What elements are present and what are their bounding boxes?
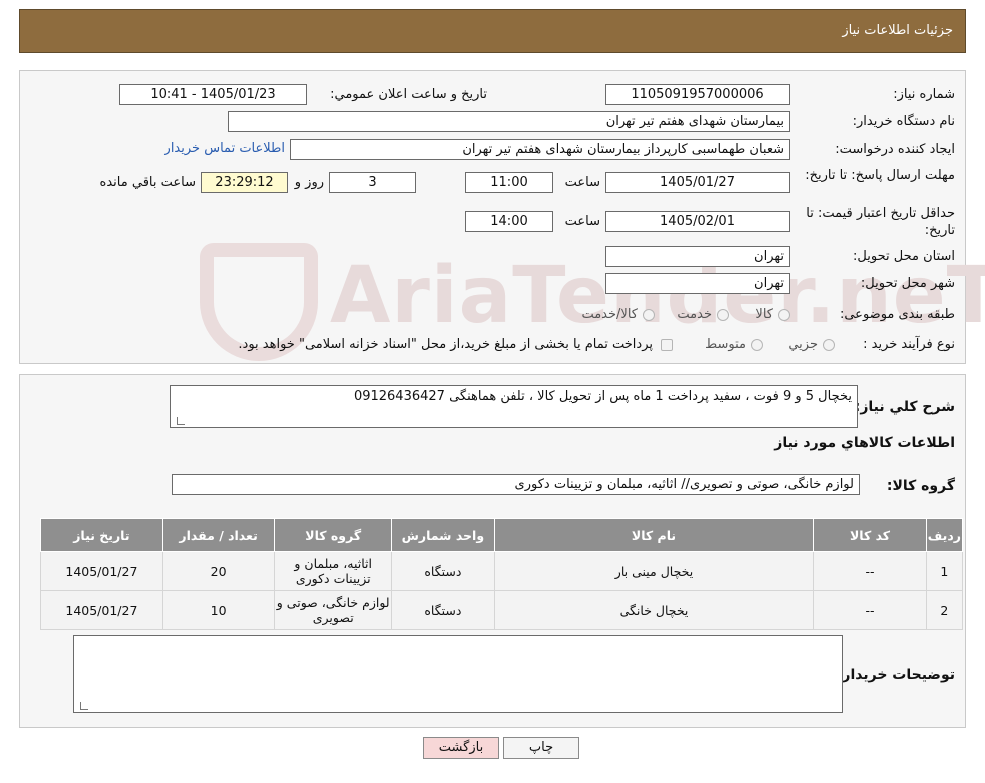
process-minor-label: جزیي	[788, 337, 818, 352]
col-unit: واحد شمارش	[391, 518, 495, 552]
description-resize-handle[interactable]	[177, 417, 185, 425]
goods-group-label: گروه کالا:	[886, 478, 955, 494]
province-field: تهران	[605, 246, 790, 267]
category-radio-service[interactable]	[717, 309, 729, 321]
cell-group: اثاثیه، مبلمان و تزیینات دکوری	[274, 551, 393, 591]
page-title: جزئیات اطلاعات نیاز	[842, 23, 953, 38]
col-code: کد کالا	[813, 518, 927, 552]
remaining-label: ساعت باقي مانده	[99, 175, 196, 190]
announce-label: تاریخ و ساعت اعلان عمومي:	[330, 87, 487, 102]
city-field: تهران	[605, 273, 790, 294]
days-field: 3	[329, 172, 416, 193]
cell-code: --	[813, 551, 927, 591]
col-name: نام کالا	[493, 518, 815, 552]
col-row: ردیف	[925, 518, 964, 552]
cell-date: 1405/01/27	[40, 590, 163, 630]
table-row[interactable]: 1 -- یخچال مینی بار دستگاه اثاثیه، مبلما…	[40, 551, 964, 591]
cell-row: 2	[925, 590, 964, 630]
cell-group: لوازم خانگی، صوتی و تصویری	[274, 590, 393, 630]
buyer-notes-field[interactable]	[73, 635, 843, 713]
deadline-label: مهلت ارسال پاسخ: تا تاریخ:	[805, 168, 955, 183]
description-field[interactable]: یخچال 5 و 9 فوت ، سفید پرداخت 1 ماه پس ا…	[170, 385, 858, 428]
description-label: شرح کلي نياز:	[854, 399, 955, 415]
validity-date-field: 1405/02/01	[605, 211, 790, 232]
request-info-panel: AriaTender.neT شماره نیاز: 1105091957000…	[19, 70, 985, 364]
cell-unit: دستگاه	[391, 590, 495, 630]
category-radio-goods-service[interactable]	[643, 309, 655, 321]
goods-section-title: اطلاعات کالاهاي مورد نياز	[774, 435, 955, 451]
col-group: گروه کالا	[274, 518, 393, 552]
goods-group-field: لوازم خانگی، صوتی و تصویری// اثاثیه، مبل…	[172, 474, 860, 495]
validity-time-field: 14:00	[465, 211, 553, 232]
table-row[interactable]: 2 -- یخچال خانگی دستگاه لوازم خانگی، صوت…	[40, 590, 964, 630]
need-number-field: 1105091957000006	[605, 84, 790, 105]
page-header: جزئیات اطلاعات نیاز	[19, 9, 966, 53]
buyer-notes-label: توضیحات خریدار:	[836, 667, 955, 683]
category-service-label: خدمت	[677, 307, 712, 322]
goods-table: ردیف کد کالا نام کالا واحد شمارش گروه کا…	[40, 518, 964, 630]
col-qty: تعداد / مقدار	[161, 518, 276, 552]
deadline-time-label: ساعت	[564, 175, 600, 190]
cell-qty: 20	[161, 551, 276, 591]
cell-row: 1	[925, 551, 964, 591]
deadline-time-field: 11:00	[465, 172, 553, 193]
category-goods-service-label: کالا/خدمت	[581, 307, 638, 322]
process-medium-label: متوسط	[705, 337, 746, 352]
buyer-contact-link[interactable]: اطلاعات تماس خریدار	[165, 141, 285, 156]
city-label: شهر محل تحویل:	[860, 276, 955, 291]
creator-label: ایجاد کننده درخواست:	[835, 142, 955, 157]
province-label: استان محل تحویل:	[853, 249, 955, 264]
category-goods-label: کالا	[755, 307, 773, 322]
cell-unit: دستگاه	[391, 551, 495, 591]
announce-field: 1405/01/23 - 10:41	[119, 84, 307, 105]
process-radio-minor[interactable]	[823, 339, 835, 351]
goods-table-header: ردیف کد کالا نام کالا واحد شمارش گروه کا…	[40, 518, 964, 552]
buyer-notes-resize-handle[interactable]	[80, 702, 88, 710]
buyer-field: بیمارستان شهدای هفتم تیر تهران	[228, 111, 790, 132]
remaining-time-field: 23:29:12	[201, 172, 288, 193]
deadline-date-field: 1405/01/27	[605, 172, 790, 193]
cell-date: 1405/01/27	[40, 551, 163, 591]
category-radio-goods[interactable]	[778, 309, 790, 321]
days-label: روز و	[294, 175, 324, 190]
need-number-label: شماره نیاز:	[893, 87, 955, 102]
category-label: طبقه بندی موضوعی:	[839, 307, 955, 322]
cell-name: یخچال مینی بار	[493, 551, 815, 591]
validity-label: حداقل تاریخ اعتبار قیمت: تا تاریخ:	[806, 206, 955, 238]
process-note: پرداخت تمام یا بخشی از مبلغ خرید،از محل …	[238, 337, 653, 352]
back-button[interactable]: بازگشت	[423, 737, 499, 759]
process-label: نوع فرآیند خرید :	[863, 337, 955, 352]
cell-name: یخچال خانگی	[493, 590, 815, 630]
process-radio-medium[interactable]	[751, 339, 763, 351]
col-date: تاریخ نیاز	[40, 518, 163, 552]
print-button[interactable]: چاپ	[503, 737, 579, 759]
buyer-label: نام دستگاه خریدار:	[852, 114, 955, 129]
creator-field: شعبان طهماسبی کارپرداز بیمارستان شهدای ه…	[290, 139, 790, 160]
cell-qty: 10	[161, 590, 276, 630]
payment-option-checkbox[interactable]	[661, 339, 673, 351]
cell-code: --	[813, 590, 927, 630]
validity-time-label: ساعت	[564, 214, 600, 229]
